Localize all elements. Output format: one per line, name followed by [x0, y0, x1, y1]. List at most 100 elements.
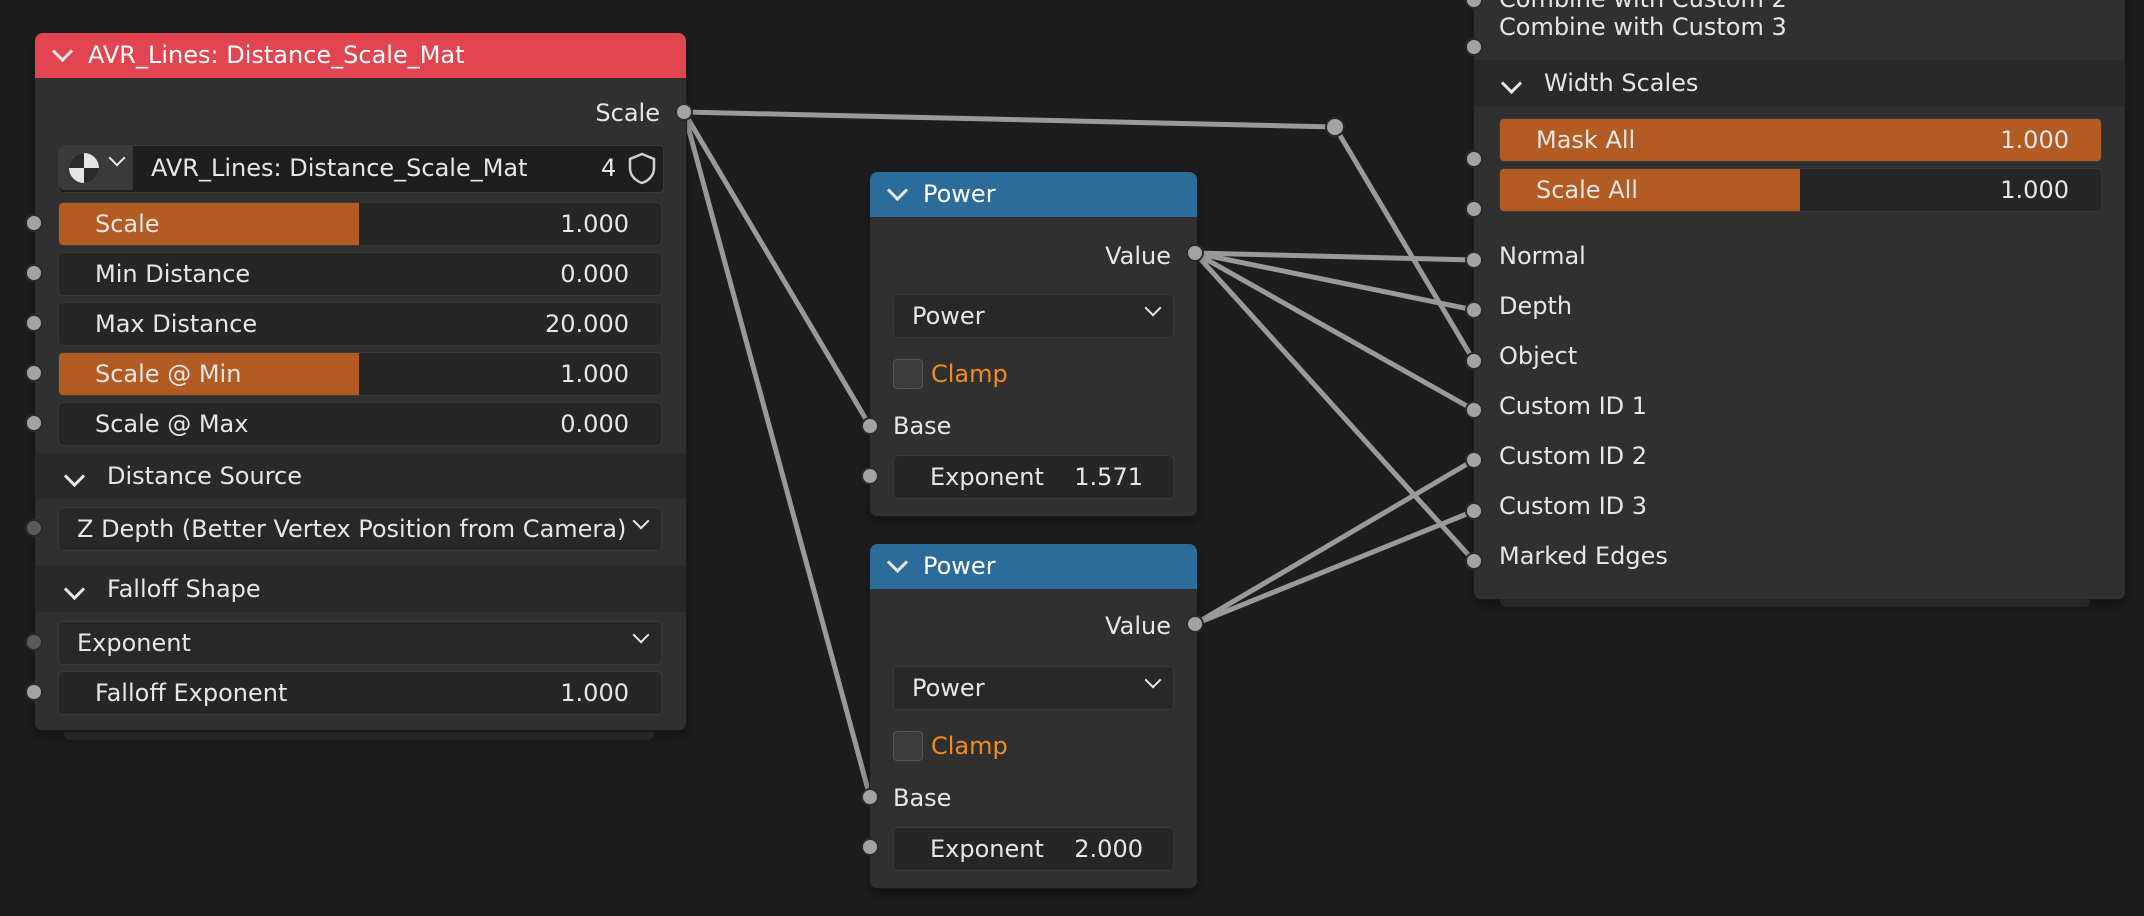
falloff-shape-section-label: Falloff Shape: [107, 575, 261, 603]
width-scales-section-label: Width Scales: [1544, 69, 1699, 97]
socket-combine-custom-3[interactable]: [1465, 38, 1483, 56]
power-node-2-output-socket[interactable]: [1186, 615, 1204, 633]
width-scales-panel-header[interactable]: Width Scales: [1474, 60, 2125, 106]
scale-at-min-label: Scale @ Min: [95, 360, 242, 388]
scale-all-field[interactable]: Scale All 1.000: [1499, 168, 2102, 212]
distance-source-section-label: Distance Source: [107, 462, 302, 490]
material-selector[interactable]: AVR_Lines: Distance_Scale_Mat 4: [58, 145, 664, 193]
power-node-1-operation: Power: [912, 302, 985, 330]
input-depth-label: Depth: [1499, 292, 1573, 320]
combine-custom-2-label: Combine with Custom 2: [1499, 0, 1787, 13]
power-node-2-exponent-field[interactable]: Exponent 2.000: [893, 827, 1174, 871]
socket-input-scale-at-max[interactable]: [25, 414, 43, 432]
socket-custom-id-2[interactable]: [1465, 451, 1483, 469]
socket-mask-all[interactable]: [1465, 150, 1483, 168]
max-distance-label: Max Distance: [95, 310, 258, 338]
socket-object[interactable]: [1465, 352, 1483, 370]
power-node-1-base-socket[interactable]: [861, 417, 879, 435]
power-node-2-base-socket[interactable]: [861, 788, 879, 806]
socket-input-distance-source[interactable]: [25, 519, 43, 537]
node-title: AVR_Lines: Distance_Scale_Mat: [88, 41, 465, 69]
max-distance-value: 20.000: [545, 310, 629, 338]
socket-input-max-distance[interactable]: [25, 314, 43, 332]
falloff-shape-dropdown[interactable]: Exponent: [58, 621, 662, 665]
scale-at-min-value: 1.000: [560, 360, 629, 388]
reroute-node[interactable]: [1325, 117, 1345, 137]
power-node-1-exponent-socket[interactable]: [861, 467, 879, 485]
input-object-label: Object: [1499, 342, 1578, 370]
distance-source-value: Z Depth (Better Vertex Position from Cam…: [77, 515, 627, 543]
socket-input-scale-at-min[interactable]: [25, 364, 43, 382]
power-node-1[interactable]: Power Value Power Clamp Base Exponent 1.…: [869, 171, 1198, 517]
material-dropdown-chevron-icon: [108, 149, 126, 167]
material-name[interactable]: AVR_Lines: Distance_Scale_Mat: [151, 146, 528, 190]
distance-source-dropdown[interactable]: Z Depth (Better Vertex Position from Cam…: [58, 507, 662, 551]
socket-input-min-distance[interactable]: [25, 264, 43, 282]
mask-all-field[interactable]: Mask All 1.000: [1499, 118, 2102, 162]
socket-input-falloff-shape[interactable]: [25, 633, 43, 651]
scale-at-min-field[interactable]: Scale @ Min 1.000: [58, 352, 662, 396]
power-node-1-clamp-label: Clamp: [931, 360, 1008, 388]
line-width-node[interactable]: Combine with Custom 2 Combine with Custo…: [1473, 0, 2126, 600]
socket-custom-id-1[interactable]: [1465, 401, 1483, 419]
collapse-chevron-icon[interactable]: [51, 40, 74, 63]
min-distance-field[interactable]: Min Distance 0.000: [58, 252, 662, 296]
power-node-2-chevron-down-icon: [1144, 671, 1162, 689]
scale-at-max-label: Scale @ Max: [95, 410, 249, 438]
mask-all-value: 1.000: [2000, 126, 2069, 154]
input-marked-edges-label: Marked Edges: [1499, 542, 1668, 570]
input-custom-id-1-label: Custom ID 1: [1499, 392, 1648, 420]
power-node-2-exponent-label: Exponent: [930, 835, 1044, 863]
scale-at-max-field[interactable]: Scale @ Max 0.000: [58, 402, 662, 446]
falloff-shape-chevron-icon: [63, 578, 86, 601]
link-value1-to-custom1: [1192, 250, 1477, 413]
link-scale-to-base2: [681, 109, 873, 800]
scale-all-label: Scale All: [1536, 176, 1638, 204]
node-shadow-edge: [64, 732, 654, 740]
socket-scale-all[interactable]: [1465, 200, 1483, 218]
power-node-1-operation-dropdown[interactable]: Power: [893, 294, 1174, 338]
scale-label: Scale: [95, 210, 160, 238]
falloff-exponent-value: 1.000: [560, 679, 629, 707]
falloff-shape-panel-header[interactable]: Falloff Shape: [35, 566, 686, 612]
max-distance-field[interactable]: Max Distance 20.000: [58, 302, 662, 346]
power-node-2-base-label: Base: [893, 784, 952, 812]
power-node-1-output-socket[interactable]: [1186, 244, 1204, 262]
power-node-1-base-label: Base: [893, 412, 952, 440]
power-node-1-exponent-field[interactable]: Exponent 1.571: [893, 455, 1174, 499]
socket-marked-edges[interactable]: [1465, 552, 1483, 570]
socket-normal[interactable]: [1465, 251, 1483, 269]
min-distance-label: Min Distance: [95, 260, 251, 288]
material-users-count[interactable]: 4: [601, 146, 616, 190]
power-node-2-clamp-checkbox[interactable]: [893, 731, 923, 761]
distance-source-panel-header[interactable]: Distance Source: [35, 453, 686, 499]
power-node-1-title: Power: [923, 180, 996, 208]
socket-depth[interactable]: [1465, 301, 1483, 319]
socket-input-scale[interactable]: [25, 214, 43, 232]
power-node-2-header[interactable]: Power: [870, 544, 1197, 589]
node-header[interactable]: AVR_Lines: Distance_Scale_Mat: [35, 33, 686, 78]
power-node-1-chevron-icon[interactable]: [886, 179, 909, 202]
falloff-shape-chevron-down-icon: [632, 626, 650, 644]
distance-scale-node[interactable]: AVR_Lines: Distance_Scale_Mat Scale AVR_…: [34, 32, 687, 731]
falloff-shape-value: Exponent: [77, 629, 191, 657]
link-scale-to-base1: [681, 109, 873, 429]
fake-user-shield-icon[interactable]: [627, 151, 657, 185]
link-scale-to-reroute: [681, 109, 1338, 130]
socket-custom-id-3[interactable]: [1465, 502, 1483, 520]
material-sphere-icon: [69, 153, 99, 183]
material-preview-button[interactable]: [59, 146, 133, 190]
scale-value: 1.000: [560, 210, 629, 238]
power-node-1-clamp-checkbox[interactable]: [893, 359, 923, 389]
power-node-1-header[interactable]: Power: [870, 172, 1197, 217]
socket-output-scale[interactable]: [675, 103, 693, 121]
socket-input-falloff-exponent[interactable]: [25, 683, 43, 701]
power-node-2-exponent-socket[interactable]: [861, 838, 879, 856]
power-node-2[interactable]: Power Value Power Clamp Base Exponent 2.…: [869, 543, 1198, 889]
power-node-2-chevron-icon[interactable]: [886, 551, 909, 574]
scale-all-value: 1.000: [2000, 176, 2069, 204]
power-node-2-operation-dropdown[interactable]: Power: [893, 666, 1174, 710]
power-node-1-exponent-value: 1.571: [1074, 463, 1143, 491]
falloff-exponent-field[interactable]: Falloff Exponent 1.000: [58, 671, 662, 715]
scale-field[interactable]: Scale 1.000: [58, 202, 662, 246]
